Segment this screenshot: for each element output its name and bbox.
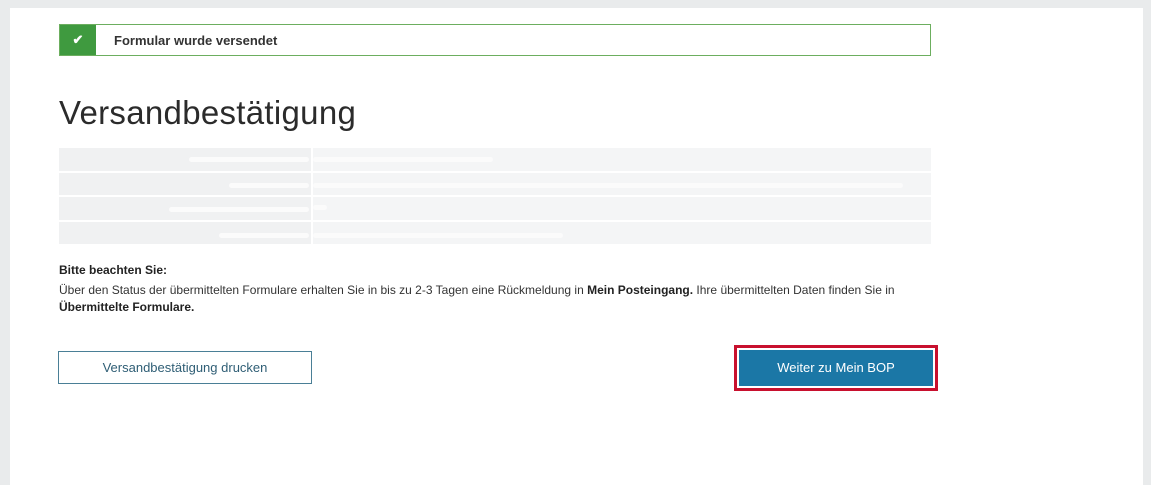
details-row (59, 197, 931, 220)
check-icon: ✔ (60, 25, 96, 55)
notice-text: Über den Status der übermittelten Formul… (59, 283, 895, 314)
page-container: ✔ Formular wurde versendet Versandbestät… (10, 8, 1143, 485)
notice-title: Bitte beachten Sie: (59, 263, 168, 277)
success-alert: ✔ Formular wurde versendet (59, 24, 931, 56)
print-confirmation-button[interactable]: Versandbestätigung drucken (58, 351, 312, 384)
page-title: Versandbestätigung (59, 94, 357, 131)
details-row (59, 221, 931, 244)
details-row (59, 172, 931, 195)
continue-to-mein-bop-button[interactable]: Weiter zu Mein BOP (739, 350, 933, 386)
alert-text: Formular wurde versendet (114, 32, 278, 48)
mein-posteingang-text: Mein Posteingang. (587, 283, 694, 297)
details-row (59, 148, 931, 171)
redacted-details-table (59, 148, 931, 244)
uebermittelte-formulare-text: Übermittelte Formulare. (59, 300, 195, 314)
